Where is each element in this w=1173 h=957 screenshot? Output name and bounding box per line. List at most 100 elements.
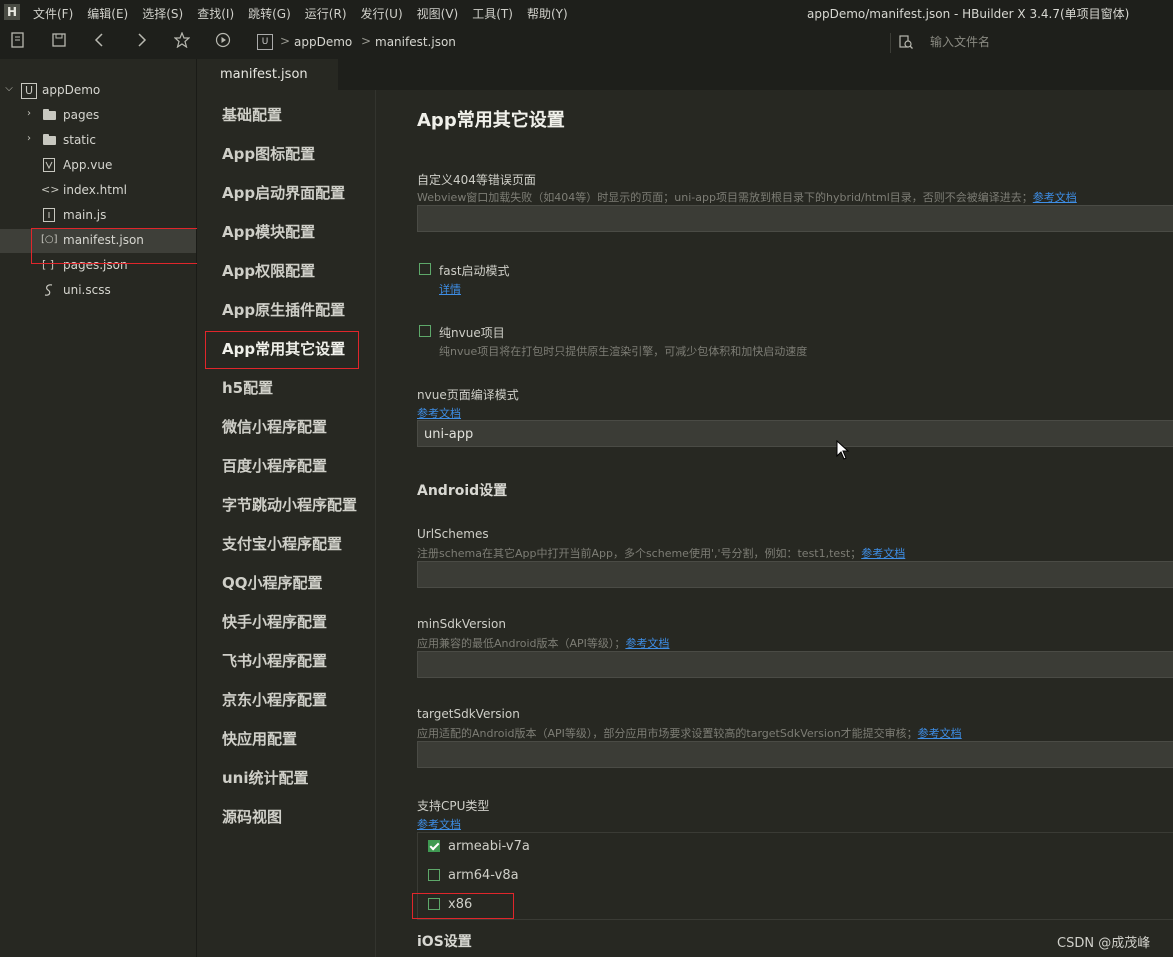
menu-edit[interactable]: 编辑(E) <box>87 5 128 22</box>
forward-icon[interactable] <box>131 32 151 52</box>
target-sdk-label: targetSdkVersion <box>417 707 520 721</box>
nvue-mode-value: uni-app <box>424 427 474 442</box>
nav-uni-stat-config[interactable]: uni统计配置 <box>222 767 309 788</box>
nvue-mode-label: nvue页面编译模式 <box>417 388 519 402</box>
breadcrumb-project[interactable]: appDemo <box>294 35 352 49</box>
nav-kuaishou-mp-config[interactable]: 快手小程序配置 <box>222 611 327 632</box>
editor-tab-strip <box>197 59 1173 90</box>
menu-file[interactable]: 文件(F) <box>33 5 73 22</box>
new-file-icon[interactable] <box>8 32 28 52</box>
pure-nvue-desc: 纯nvue项目将在打包时只提供原生渲染引擎，可减少包体积和加快启动速度 <box>439 345 808 358</box>
cpu-arm64-v8a-checkbox[interactable] <box>428 869 440 881</box>
min-sdk-label: minSdkVersion <box>417 617 506 631</box>
nav-baidu-mp-config[interactable]: 百度小程序配置 <box>222 455 327 476</box>
nav-alipay-mp-config[interactable]: 支付宝小程序配置 <box>222 533 342 554</box>
menu-bar: H 文件(F) 编辑(E) 选择(S) 查找(I) 跳转(G) 运行(R) 发行… <box>0 0 1173 26</box>
tree-item-app-vue[interactable]: App.vue <box>0 154 196 178</box>
window-title: appDemo/manifest.json - HBuilder X 3.4.7… <box>807 7 1130 21</box>
menu-find[interactable]: 查找(I) <box>197 5 234 22</box>
cpu-armeabi-v7a-checkbox[interactable] <box>428 840 440 852</box>
menu-view[interactable]: 视图(V) <box>417 5 459 22</box>
cpu-type-doc-link[interactable]: 参考文档 <box>417 816 461 832</box>
error-page-doc-link[interactable]: 参考文档 <box>1033 191 1077 204</box>
error-page-desc: Webview窗口加载失败（如404等）时显示的页面；uni-app项目需放到根… <box>417 191 1033 204</box>
pure-nvue-label: 纯nvue项目 <box>439 326 505 340</box>
min-sdk-doc-link[interactable]: 参考文档 <box>625 637 669 650</box>
nvue-mode-select[interactable]: uni-app <box>417 420 1173 447</box>
tree-item-label: pages <box>63 108 100 122</box>
target-sdk-doc-link[interactable]: 参考文档 <box>918 727 962 740</box>
nav-toutiao-mp-config[interactable]: 字节跳动小程序配置 <box>222 494 357 515</box>
error-page-input[interactable] <box>417 205 1173 232</box>
nav-jd-mp-config[interactable]: 京东小程序配置 <box>222 689 327 710</box>
tree-item-pages[interactable]: › pages <box>0 104 196 128</box>
url-schemes-desc: 注册schema在其它App中打开当前App，多个scheme使用','号分割，… <box>417 547 862 560</box>
url-schemes-desc-row: 注册schema在其它App中打开当前App，多个scheme使用','号分割，… <box>417 545 905 561</box>
tab-manifest-json[interactable]: manifest.json <box>197 59 338 90</box>
tree-item-label: index.html <box>63 183 127 197</box>
nav-source-view[interactable]: 源码视图 <box>222 806 282 827</box>
watermark: CSDN @成茂峰 <box>1057 936 1151 951</box>
file-search-icon <box>899 35 913 49</box>
project-badge-icon: U <box>257 34 273 50</box>
project-icon: U <box>21 83 37 99</box>
tree-item-static[interactable]: › static <box>0 129 196 153</box>
min-sdk-desc-row: 应用兼容的最低Android版本（API等级）；参考文档 <box>417 635 669 651</box>
menu-help[interactable]: 帮助(Y) <box>527 5 568 22</box>
url-schemes-input[interactable] <box>417 561 1173 588</box>
tree-project-root[interactable]: ⌵ U appDemo <box>0 79 196 103</box>
nav-app-permission-config[interactable]: App权限配置 <box>222 260 315 281</box>
tree-item-label: uni.scss <box>63 283 111 297</box>
chevron-right-icon[interactable]: › <box>23 133 35 144</box>
save-icon[interactable] <box>49 32 69 52</box>
nav-weixin-mp-config[interactable]: 微信小程序配置 <box>222 416 327 437</box>
nav-qq-mp-config[interactable]: QQ小程序配置 <box>222 572 323 593</box>
file-search-input[interactable] <box>922 31 1173 53</box>
page-title: App常用其它设置 <box>417 110 565 131</box>
fast-start-label: fast启动模式 <box>439 264 510 278</box>
mouse-pointer-icon <box>836 439 850 460</box>
menu-run[interactable]: 运行(R) <box>305 5 347 22</box>
menu-goto[interactable]: 跳转(G) <box>248 5 291 22</box>
chevron-down-icon[interactable]: ⌵ <box>3 83 15 94</box>
back-icon[interactable] <box>90 32 110 52</box>
fast-start-detail-link[interactable]: 详情 <box>439 281 461 297</box>
tree-item-index-html[interactable]: <> index.html <box>0 179 196 203</box>
tree-item-label: App.vue <box>63 158 113 172</box>
nav-feishu-mp-config[interactable]: 飞书小程序配置 <box>222 650 327 671</box>
breadcrumb-separator: > <box>280 34 291 48</box>
nav-basic-config[interactable]: 基础配置 <box>222 104 282 125</box>
star-icon[interactable] <box>172 31 192 52</box>
fast-start-checkbox[interactable] <box>419 263 431 275</box>
js-file-icon <box>42 208 56 222</box>
nav-app-icon-config[interactable]: App图标配置 <box>222 143 315 164</box>
nvue-mode-doc-link[interactable]: 参考文档 <box>417 405 461 421</box>
tree-item-main-js[interactable]: main.js <box>0 204 196 228</box>
nav-app-splash-config[interactable]: App启动界面配置 <box>222 182 345 203</box>
nav-app-native-plugin-config[interactable]: App原生插件配置 <box>222 299 345 320</box>
pure-nvue-checkbox[interactable] <box>419 325 431 337</box>
breadcrumb-separator: > <box>361 34 372 48</box>
breadcrumb-file[interactable]: manifest.json <box>375 35 456 49</box>
folder-icon <box>43 134 56 145</box>
tree-item-label: main.js <box>63 208 107 222</box>
min-sdk-input[interactable] <box>417 651 1173 678</box>
tree-item-uni-scss[interactable]: uni.scss <box>0 279 196 303</box>
url-schemes-doc-link[interactable]: 参考文档 <box>861 547 905 560</box>
scss-file-icon <box>42 283 56 297</box>
toolbar: U > appDemo > manifest.json <box>0 26 1173 59</box>
project-tree: ⌵ U appDemo › pages › static App.vue <> … <box>0 59 197 957</box>
android-section-heading: Android设置 <box>417 483 508 499</box>
hbuilder-logo-icon: H <box>4 4 20 20</box>
menu-publish[interactable]: 发行(U) <box>361 5 403 22</box>
nav-quickapp-config[interactable]: 快应用配置 <box>222 728 297 749</box>
nav-h5-config[interactable]: h5配置 <box>222 377 273 398</box>
nav-app-module-config[interactable]: App模块配置 <box>222 221 315 242</box>
menu-tools[interactable]: 工具(T) <box>472 5 513 22</box>
run-icon[interactable] <box>213 32 233 52</box>
target-sdk-input[interactable] <box>417 741 1173 768</box>
folder-icon <box>43 109 56 120</box>
cpu-option-label: arm64-v8a <box>448 868 519 883</box>
menu-select[interactable]: 选择(S) <box>142 5 183 22</box>
chevron-right-icon[interactable]: › <box>23 108 35 119</box>
